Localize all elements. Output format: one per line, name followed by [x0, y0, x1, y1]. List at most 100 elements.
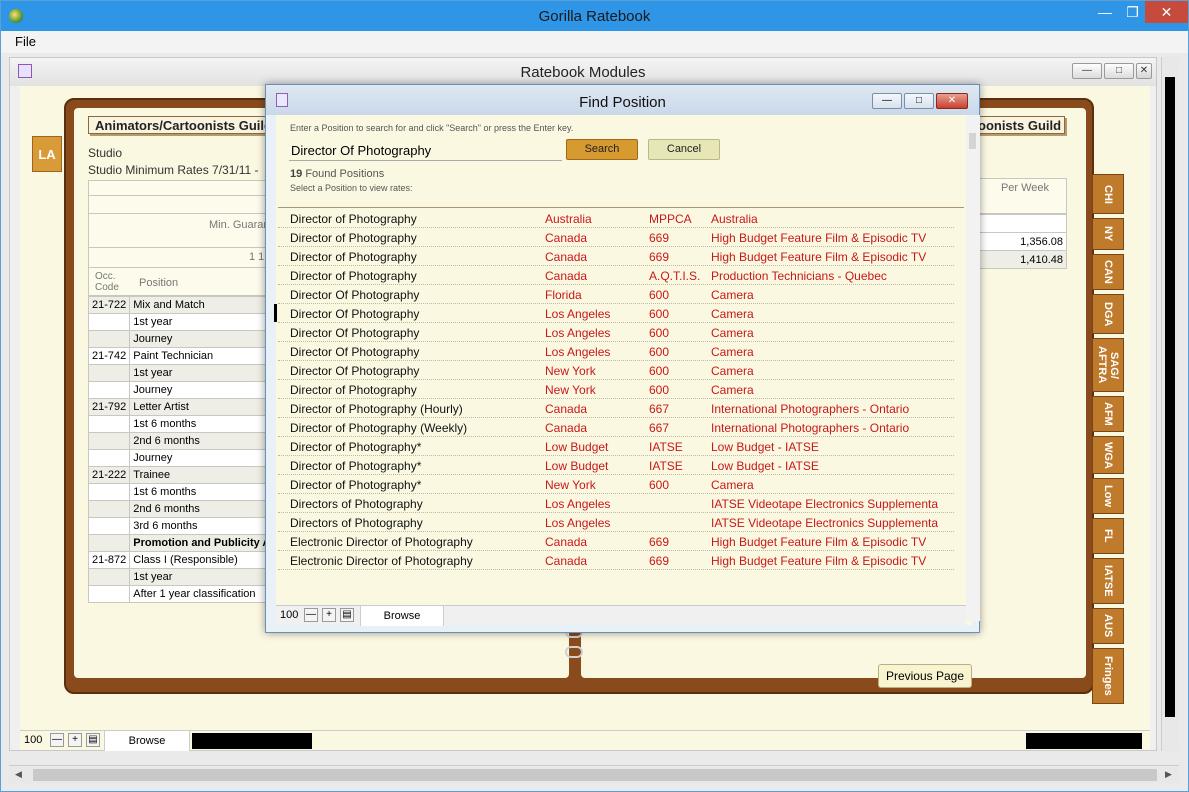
- module-title-bar: Ratebook Modules — □ ✕: [10, 58, 1156, 86]
- layout-icon[interactable]: ▤: [340, 608, 354, 622]
- rate-row[interactable]: 21-872 Class I (Responsible): [87, 551, 275, 569]
- position-cell: Trainee: [129, 466, 275, 484]
- result-row[interactable]: Director Of Photography Los Angeles 600 Cam…: [274, 304, 954, 323]
- result-row[interactable]: Directors of Photography Los Angeles IATSE…: [278, 513, 954, 532]
- result-location: Los Angeles: [545, 516, 611, 530]
- tab-dga[interactable]: DGA: [1092, 294, 1124, 334]
- tab-aus[interactable]: AUS: [1092, 608, 1124, 644]
- rate-row[interactable]: 1st year: [87, 313, 275, 331]
- scroll-thumb[interactable]: [1165, 77, 1175, 717]
- tab-low[interactable]: Low: [1092, 478, 1124, 514]
- dialog-restore-button[interactable]: □: [904, 93, 934, 109]
- previous-page-button[interactable]: Previous Page: [878, 664, 972, 688]
- rate-row[interactable]: 21-222 Trainee: [87, 466, 275, 484]
- result-row[interactable]: Director of Photography Canada 669 High Bud…: [278, 228, 954, 247]
- result-position: Director Of Photography: [290, 345, 420, 359]
- result-row[interactable]: Director of Photography Australia MPPCA Aus…: [278, 209, 954, 228]
- vertical-scrollbar[interactable]: [1161, 57, 1179, 751]
- result-row[interactable]: Director Of Photography Florida 600 Camera: [278, 285, 954, 304]
- occ-code-cell: [87, 415, 131, 433]
- result-row[interactable]: Director of Photography Canada A.Q.T.I.S. P…: [278, 266, 954, 285]
- browse-mode[interactable]: Browse: [104, 731, 190, 751]
- result-row[interactable]: Directors of Photography Los Angeles IATSE…: [278, 494, 954, 513]
- result-row[interactable]: Director of Photography* Low Budget IATSE L…: [278, 437, 954, 456]
- scroll-thumb[interactable]: [33, 769, 1157, 781]
- result-row[interactable]: Director Of Photography Los Angeles 600 Cam…: [278, 342, 954, 361]
- result-union: IATSE: [649, 440, 683, 454]
- layout-icon[interactable]: ▤: [86, 733, 100, 747]
- result-row[interactable]: Director Of Photography New York 600 Camera: [278, 361, 954, 380]
- cancel-button[interactable]: Cancel: [648, 139, 720, 160]
- close-button[interactable]: ✕: [1145, 1, 1188, 23]
- scroll-thumb[interactable]: [969, 133, 976, 149]
- result-row[interactable]: Director of Photography* Low Budget IATSE L…: [278, 456, 954, 475]
- module-restore-button[interactable]: □: [1104, 63, 1134, 79]
- rate-row[interactable]: Journey: [87, 330, 275, 348]
- dialog-browse-mode[interactable]: Browse: [360, 606, 444, 626]
- rate-row[interactable]: 2nd 6 months: [87, 500, 275, 518]
- tab-iatse[interactable]: IATSE: [1092, 558, 1124, 604]
- tab-la[interactable]: LA: [32, 136, 62, 172]
- result-row[interactable]: Electronic Director of Photography Canada…: [278, 532, 954, 551]
- dialog-close-button[interactable]: ✕: [936, 93, 968, 109]
- rate-row[interactable]: 21-742 Paint Technician: [87, 347, 275, 365]
- tab-fl[interactable]: FL: [1092, 518, 1124, 554]
- rate-row[interactable]: Promotion and Publicity A: [87, 534, 275, 552]
- occ-code-cell: [87, 517, 131, 535]
- rate-row[interactable]: 21-792 Letter Artist: [87, 398, 275, 416]
- rates-table: 21-722 Mix and Match 1st year Journey 21-742…: [87, 296, 275, 603]
- rate-row[interactable]: 2nd 6 months: [87, 432, 275, 450]
- module-minimize-button[interactable]: —: [1072, 63, 1102, 79]
- search-button[interactable]: Search: [566, 139, 638, 160]
- result-row[interactable]: Director of Photography* New York 600 Camer…: [278, 475, 954, 494]
- position-cell: 3rd 6 months: [129, 517, 275, 535]
- maximize-button[interactable]: ❐: [1120, 1, 1145, 23]
- result-position: Director of Photography: [290, 250, 417, 264]
- result-position: Director of Photography*: [290, 440, 422, 454]
- min-guarantee-label: Min. Guarar: [209, 219, 268, 231]
- position-cell: 1st year: [129, 568, 275, 586]
- result-row[interactable]: Director of Photography New York 600 Camera: [278, 380, 954, 399]
- zoom-out-icon[interactable]: —: [50, 733, 64, 747]
- rate-row[interactable]: 1st year: [87, 364, 275, 382]
- tab-afm[interactable]: AFM: [1092, 396, 1124, 432]
- result-location: Low Budget: [545, 440, 609, 454]
- result-row[interactable]: Director of Photography (Hourly) Canada 66…: [278, 399, 954, 418]
- rate-row[interactable]: 1st 6 months: [87, 483, 275, 501]
- scroll-left-icon[interactable]: ◀: [15, 769, 22, 780]
- zoom-out-icon[interactable]: —: [304, 608, 318, 622]
- menu-file[interactable]: File: [15, 34, 36, 49]
- tab-wga[interactable]: WGA: [1092, 436, 1124, 474]
- minimize-button[interactable]: —: [1090, 1, 1120, 23]
- tab-chi[interactable]: CHI: [1092, 174, 1124, 214]
- result-row[interactable]: Electronic Director of Photography Canada…: [278, 551, 954, 570]
- result-position: Director Of Photography: [290, 288, 420, 302]
- result-row[interactable]: Director of Photography (Weekly) Canada 66…: [278, 418, 954, 437]
- zoom-in-icon[interactable]: +: [68, 733, 82, 747]
- result-location: Canada: [545, 421, 588, 435]
- position-search-input[interactable]: [289, 141, 562, 161]
- horizontal-scrollbar[interactable]: ◀ ▶: [9, 765, 1179, 783]
- rate-row[interactable]: 1st 6 months: [87, 415, 275, 433]
- tab-sag-aftra[interactable]: SAG/ AFTRA: [1092, 338, 1124, 392]
- result-row[interactable]: Director of Photography Canada 669 High Bud…: [278, 247, 954, 266]
- rate-row[interactable]: Journey: [87, 381, 275, 399]
- rate-row[interactable]: 3rd 6 months: [87, 517, 275, 535]
- rate-row[interactable]: After 1 year classification: [87, 585, 275, 603]
- rate-row[interactable]: Journey: [87, 449, 275, 467]
- tab-fringes[interactable]: Fringes: [1092, 648, 1124, 704]
- dialog-minimize-button[interactable]: —: [872, 93, 902, 109]
- zoom-in-icon[interactable]: +: [322, 608, 336, 622]
- result-position: Director of Photography: [290, 269, 417, 283]
- scroll-right-icon[interactable]: ▶: [1165, 769, 1172, 780]
- dialog-vertical-scrollbar[interactable]: [966, 115, 980, 621]
- tab-ny[interactable]: NY: [1092, 218, 1124, 250]
- rate-row[interactable]: 21-722 Mix and Match: [87, 296, 275, 314]
- tab-can[interactable]: CAN: [1092, 254, 1124, 290]
- module-close-button[interactable]: ✕: [1136, 63, 1152, 79]
- binding-ring: [565, 646, 583, 658]
- rate-row[interactable]: 1st year: [87, 568, 275, 586]
- result-row[interactable]: Director Of Photography Los Angeles 600 Cam…: [278, 323, 954, 342]
- occ-code-cell: 21-742: [87, 347, 131, 365]
- position-cell: 1st 6 months: [129, 483, 275, 501]
